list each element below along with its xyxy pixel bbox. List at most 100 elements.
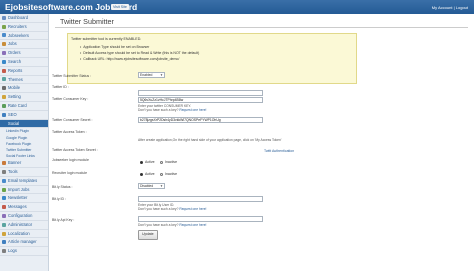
sidebar-item-email-templates[interactable]: Email templates [0,177,48,186]
sidebar-item-jobseekers[interactable]: Jobseekers [0,32,48,41]
consumer-key-hint: Enter your twitter CONSUMER KEY. Don't y… [138,104,206,113]
sidebar-item-label: Setting [8,94,21,100]
sidebar-item-search[interactable]: Search [0,58,48,67]
sidebar-item-rate-card[interactable]: Rate Card [0,102,48,111]
sidebar-item-article-manager[interactable]: Article manager [0,238,48,248]
sidebar-item-label: Messages [8,204,27,210]
menu-icon [2,51,6,56]
sidebar-item-label: Jobs [8,41,17,47]
sidebar-item-label: Tools [8,169,18,175]
sidebar-item-label: Google Plugin [6,135,28,140]
sidebar-item-label: Logs [8,248,17,254]
twitter-auth-link[interactable]: Twitt Authentication [264,149,294,153]
menu-icon [2,231,6,236]
radio-label: Inactive [165,172,178,176]
jobseeker-active-radio[interactable]: Active [140,160,155,164]
access-token-hint: After create application,On the right ha… [138,137,282,142]
sidebar-item-label: Facebook Plugin [6,141,32,146]
menu-icon [2,59,6,64]
my-account-link[interactable]: My Account [432,5,453,10]
consumer-key-input[interactable] [138,97,263,103]
sidebar-item-label: Twitter Submitter [6,147,32,152]
sidebar-item-messages[interactable]: Messages [0,203,48,213]
sidebar-item-label: Jobseekers [8,32,29,38]
header-separator: | [453,5,455,10]
menu-icon [2,86,6,91]
menu-icon [2,187,6,192]
recruiter-inactive-radio[interactable]: Inactive [160,172,177,176]
notice-bullet: Default Access type should be set to Rea… [80,51,199,57]
radio-label: Active [145,172,155,176]
top-header-bar: Ejobsitesoftware.com Job Board Visit Sit… [0,0,474,14]
radio-dot [160,160,163,164]
sidebar-item-banner[interactable]: Banner [0,159,48,169]
logout-link[interactable]: Logout [456,5,468,10]
menu-icon [2,178,6,183]
sidebar-item-social[interactable]: Social [0,119,48,129]
jobseeker-inactive-radio[interactable]: Inactive [160,160,177,164]
sidebar-item-label: Article manager [8,239,37,245]
hint-text: Don't you have such a key? [138,223,179,227]
twitter-id-input[interactable] [138,90,263,96]
bitly-status-select[interactable]: Disabled ▼ [138,183,165,189]
menu-icon [2,222,6,227]
access-token-secret-label: Twitter Access Token Secret : [52,148,98,152]
sidebar-item-dashboard[interactable]: Dashboard [0,14,48,23]
request-bitly-api-link[interactable]: Request one here! [179,223,206,227]
visit-site-button[interactable]: Visit Site [111,4,129,10]
menu-icon [2,68,6,73]
sidebar-item-setting[interactable]: Setting [0,93,48,102]
status-label: Twitter Submitter Status : [52,74,92,78]
sidebar-item-seo[interactable]: SEO [0,111,48,120]
sidebar-item-label: Reports [8,67,23,73]
sidebar-item-label: Search [8,58,21,64]
sidebar-item-reports[interactable]: Reports [0,67,48,76]
sidebar-item-recruiters[interactable]: Recruiters [0,23,48,32]
sidebar-item-label: Configuration [8,213,33,219]
hint-text: Don't you have such a key? [138,107,179,112]
sidebar-item-label: Dashboard [8,15,29,20]
sidebar-item-label: Email templates [8,177,38,183]
status-select[interactable]: Enabled ▼ [138,72,165,78]
sidebar-item-localization[interactable]: Localization [0,230,48,239]
status-notice: Twitter submitter tool is currently ENAB… [67,33,357,84]
bitly-api-input[interactable] [138,216,263,222]
menu-icon [2,249,6,254]
sidebar-item-administrator[interactable]: Administrator [0,221,48,230]
sidebar-item-mobile[interactable]: Mobile [0,84,48,94]
notice-line: Twitter submitter tool is currently ENAB… [71,37,142,41]
request-bitly-id-link[interactable]: Request one here! [179,207,206,211]
sidebar-item-import-jobs[interactable]: Import Jobs [0,186,48,195]
hint-line: Don't you have such a key? Request one h… [138,108,206,112]
bitly-id-input[interactable] [138,196,263,202]
sidebar-item-label: Recruiters [8,23,27,29]
menu-icon [2,95,6,100]
consumer-secret-input[interactable] [138,117,263,123]
access-token-label: Twitter Access Token : [52,130,87,134]
request-key-link[interactable]: Request one here! [179,108,206,112]
twitter-id-label: Twitter ID : [52,85,69,89]
sidebar-item-tools[interactable]: Tools [0,168,48,177]
sidebar-item-logs[interactable]: Logs [0,247,48,257]
title-divider [55,27,468,28]
sidebar-item-newsletter[interactable]: Newsletter [0,194,48,204]
sidebar-item-orders[interactable]: Orders [0,49,48,58]
sidebar-item-label: Social [8,120,20,126]
sidebar-item-jobs[interactable]: Jobs [0,40,48,50]
menu-icon [2,161,6,166]
menu-icon [2,33,6,38]
bitly-api-hint: Don't you have such a key? Request one h… [138,223,206,227]
bitly-id-hint: Enter your Bit.ly User ID. Don't you hav… [138,203,206,212]
sidebar-item-configuration[interactable]: Configuration [0,212,48,221]
sidebar-item-label: Linkedin Plugin [6,129,29,134]
notice-bullets: Application Type should be set on Browse… [80,45,199,62]
menu-icon [2,121,6,126]
sidebar-item-label: Administrator [8,221,33,227]
menu-icon [2,213,6,218]
menu-icon [2,42,6,47]
update-button[interactable]: Update [138,230,158,240]
recruiter-active-radio[interactable]: Active [140,172,155,176]
consumer-key-label: Twitter Consumer Key : [52,97,89,101]
sidebar-item-label: Import Jobs [8,186,30,192]
sidebar-item-themes[interactable]: Themes [0,76,48,85]
